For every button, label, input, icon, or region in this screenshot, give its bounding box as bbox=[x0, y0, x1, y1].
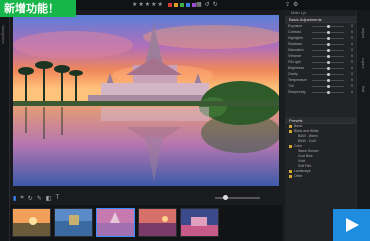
settings-icon[interactable]: ⚙ bbox=[293, 1, 298, 8]
window-tools: ⇪ ⚙ bbox=[285, 1, 298, 8]
adjustment-slider[interactable] bbox=[312, 66, 344, 70]
adjustment-slider-knob[interactable] bbox=[326, 54, 330, 58]
rating-stars[interactable]: ★★★★★ bbox=[132, 1, 164, 8]
grid-view-icon[interactable]: ▦ bbox=[196, 1, 202, 8]
filmstrip-toolbar: ▮ ⌗ ↻ ✎ ◧ T bbox=[10, 193, 282, 203]
adjustment-slider[interactable] bbox=[312, 24, 344, 28]
brush-icon[interactable]: ✎ bbox=[37, 195, 42, 202]
select-tool-icon[interactable]: ▮ bbox=[13, 195, 16, 202]
adjustment-slider-knob[interactable] bbox=[326, 48, 330, 52]
adjustment-value[interactable]: 0 bbox=[346, 36, 353, 40]
photo-editor-window: 新增功能！ ★★★★★ ▦ ↺ ↻ ⇪ ⚙ Navigation ▮ ⌗ ↻ ✎… bbox=[0, 0, 370, 241]
rotate-left-icon[interactable]: ↺ bbox=[205, 1, 210, 8]
adjustment-slider[interactable] bbox=[312, 30, 344, 34]
adjustment-label: Saturation bbox=[288, 48, 304, 52]
text-tool-icon[interactable]: T bbox=[55, 195, 59, 201]
filmstrip-thumb-selected[interactable] bbox=[96, 208, 135, 237]
adjustment-slider[interactable] bbox=[312, 60, 344, 64]
adjustment-value[interactable]: 0 bbox=[346, 54, 353, 58]
view-tools: ▦ ↺ ↻ bbox=[196, 1, 218, 8]
preset-folder[interactable]: Other bbox=[285, 174, 356, 179]
left-navigation-strip: Navigation bbox=[0, 17, 10, 241]
presets-list: Basic Black and White B&W - Warm B&W - Cold… bbox=[285, 124, 356, 179]
adjustment-label: Clarity bbox=[288, 72, 298, 76]
tab-edit[interactable]: Edit bbox=[361, 86, 365, 92]
adjustment-slider[interactable] bbox=[312, 36, 344, 40]
share-icon[interactable]: ⇪ bbox=[285, 1, 290, 8]
tab-adjust[interactable]: Adjust bbox=[361, 28, 365, 38]
filmstrip-thumb[interactable] bbox=[138, 208, 177, 237]
filmstrip-thumb[interactable] bbox=[180, 208, 219, 237]
adjustment-label: Sharpening bbox=[288, 90, 306, 94]
adjustment-value[interactable]: 0 bbox=[346, 90, 353, 94]
blue-flag-icon[interactable] bbox=[186, 3, 190, 7]
adjustment-slider[interactable] bbox=[312, 78, 344, 82]
adjustment-slider[interactable] bbox=[312, 54, 344, 58]
color-flags bbox=[168, 3, 196, 7]
panel-spacer bbox=[285, 95, 356, 117]
adjustment-value[interactable]: 0 bbox=[346, 48, 353, 52]
adjustment-label: Fill Light bbox=[288, 60, 301, 64]
adjustment-value[interactable]: 0 bbox=[346, 60, 353, 64]
adjustment-label: Brightness bbox=[288, 66, 305, 70]
temple-photo bbox=[13, 15, 279, 186]
filmstrip-thumb[interactable] bbox=[12, 208, 51, 237]
adjustment-label: Contrast bbox=[288, 30, 301, 34]
adjustment-value[interactable]: 0 bbox=[346, 72, 353, 76]
adjustment-label: Vibrance bbox=[288, 54, 302, 58]
adjustment-sliders: Exposure 0 Contrast 0 Highlights 0 Shadows 0 Sat… bbox=[285, 23, 356, 95]
adjustment-value[interactable]: 0 bbox=[346, 30, 353, 34]
adjustment-label: Highlights bbox=[288, 36, 303, 40]
adjustment-label: Shadows bbox=[288, 42, 302, 46]
red-flag-icon[interactable] bbox=[168, 3, 172, 7]
adjustment-label: Exposure bbox=[288, 24, 303, 28]
rotate-right-icon[interactable]: ↻ bbox=[213, 1, 218, 8]
play-video-button[interactable] bbox=[333, 209, 370, 241]
play-icon bbox=[346, 218, 359, 232]
adjustment-value[interactable]: 0 bbox=[346, 78, 353, 82]
adjustment-slider-knob[interactable] bbox=[326, 90, 330, 94]
adjustment-slider-knob[interactable] bbox=[326, 72, 330, 76]
filmstrip bbox=[10, 205, 282, 241]
adjustment-slider-knob[interactable] bbox=[326, 42, 330, 46]
adjustment-slider[interactable] bbox=[312, 84, 344, 88]
adjustment-slider-knob[interactable] bbox=[326, 24, 330, 28]
green-flag-icon[interactable] bbox=[180, 3, 184, 7]
adjustment-value[interactable]: 0 bbox=[346, 84, 353, 88]
basic-adjustments-header[interactable]: Basic Adjustments bbox=[285, 16, 356, 23]
right-adjustments-panel: Main Lyr Basic Adjustments Exposure 0 Cont… bbox=[285, 10, 356, 241]
adjustment-slider-knob[interactable] bbox=[326, 60, 330, 64]
main-photo-viewer[interactable] bbox=[13, 15, 279, 186]
right-tab-strip: Adjust Layers Edit bbox=[356, 10, 370, 241]
adjustment-slider[interactable] bbox=[312, 48, 344, 52]
navigation-label[interactable]: Navigation bbox=[1, 25, 6, 44]
adjustment-slider-knob[interactable] bbox=[326, 66, 330, 70]
new-features-badge[interactable]: 新增功能！ bbox=[0, 0, 76, 17]
adjustment-label: Temperature bbox=[288, 78, 308, 82]
adjustment-value[interactable]: 0 bbox=[346, 42, 353, 46]
presets-header[interactable]: Presets bbox=[285, 117, 356, 124]
orange-flag-icon[interactable] bbox=[174, 3, 178, 7]
adjustment-slider[interactable] bbox=[312, 72, 344, 76]
rotate-icon[interactable]: ↻ bbox=[28, 195, 33, 202]
adjustment-slider[interactable] bbox=[312, 90, 344, 94]
crop-icon[interactable]: ⌗ bbox=[20, 195, 23, 202]
adjustment-slider-knob[interactable] bbox=[326, 36, 330, 40]
adjustment-slider-knob[interactable] bbox=[326, 84, 330, 88]
adjustment-label: Tint bbox=[288, 84, 294, 88]
compare-icon[interactable]: ◧ bbox=[46, 195, 52, 202]
adjustment-slider-knob[interactable] bbox=[326, 78, 330, 82]
adjustment-slider[interactable] bbox=[312, 42, 344, 46]
filmstrip-thumb[interactable] bbox=[54, 208, 93, 237]
adjustment-value[interactable]: 0 bbox=[346, 24, 353, 28]
zoom-slider[interactable] bbox=[215, 195, 260, 200]
adjustment-value[interactable]: 0 bbox=[346, 66, 353, 70]
tab-layers[interactable]: Layers bbox=[361, 58, 365, 69]
adjustment-slider-knob[interactable] bbox=[326, 30, 330, 34]
zoom-slider-knob[interactable] bbox=[223, 195, 228, 200]
